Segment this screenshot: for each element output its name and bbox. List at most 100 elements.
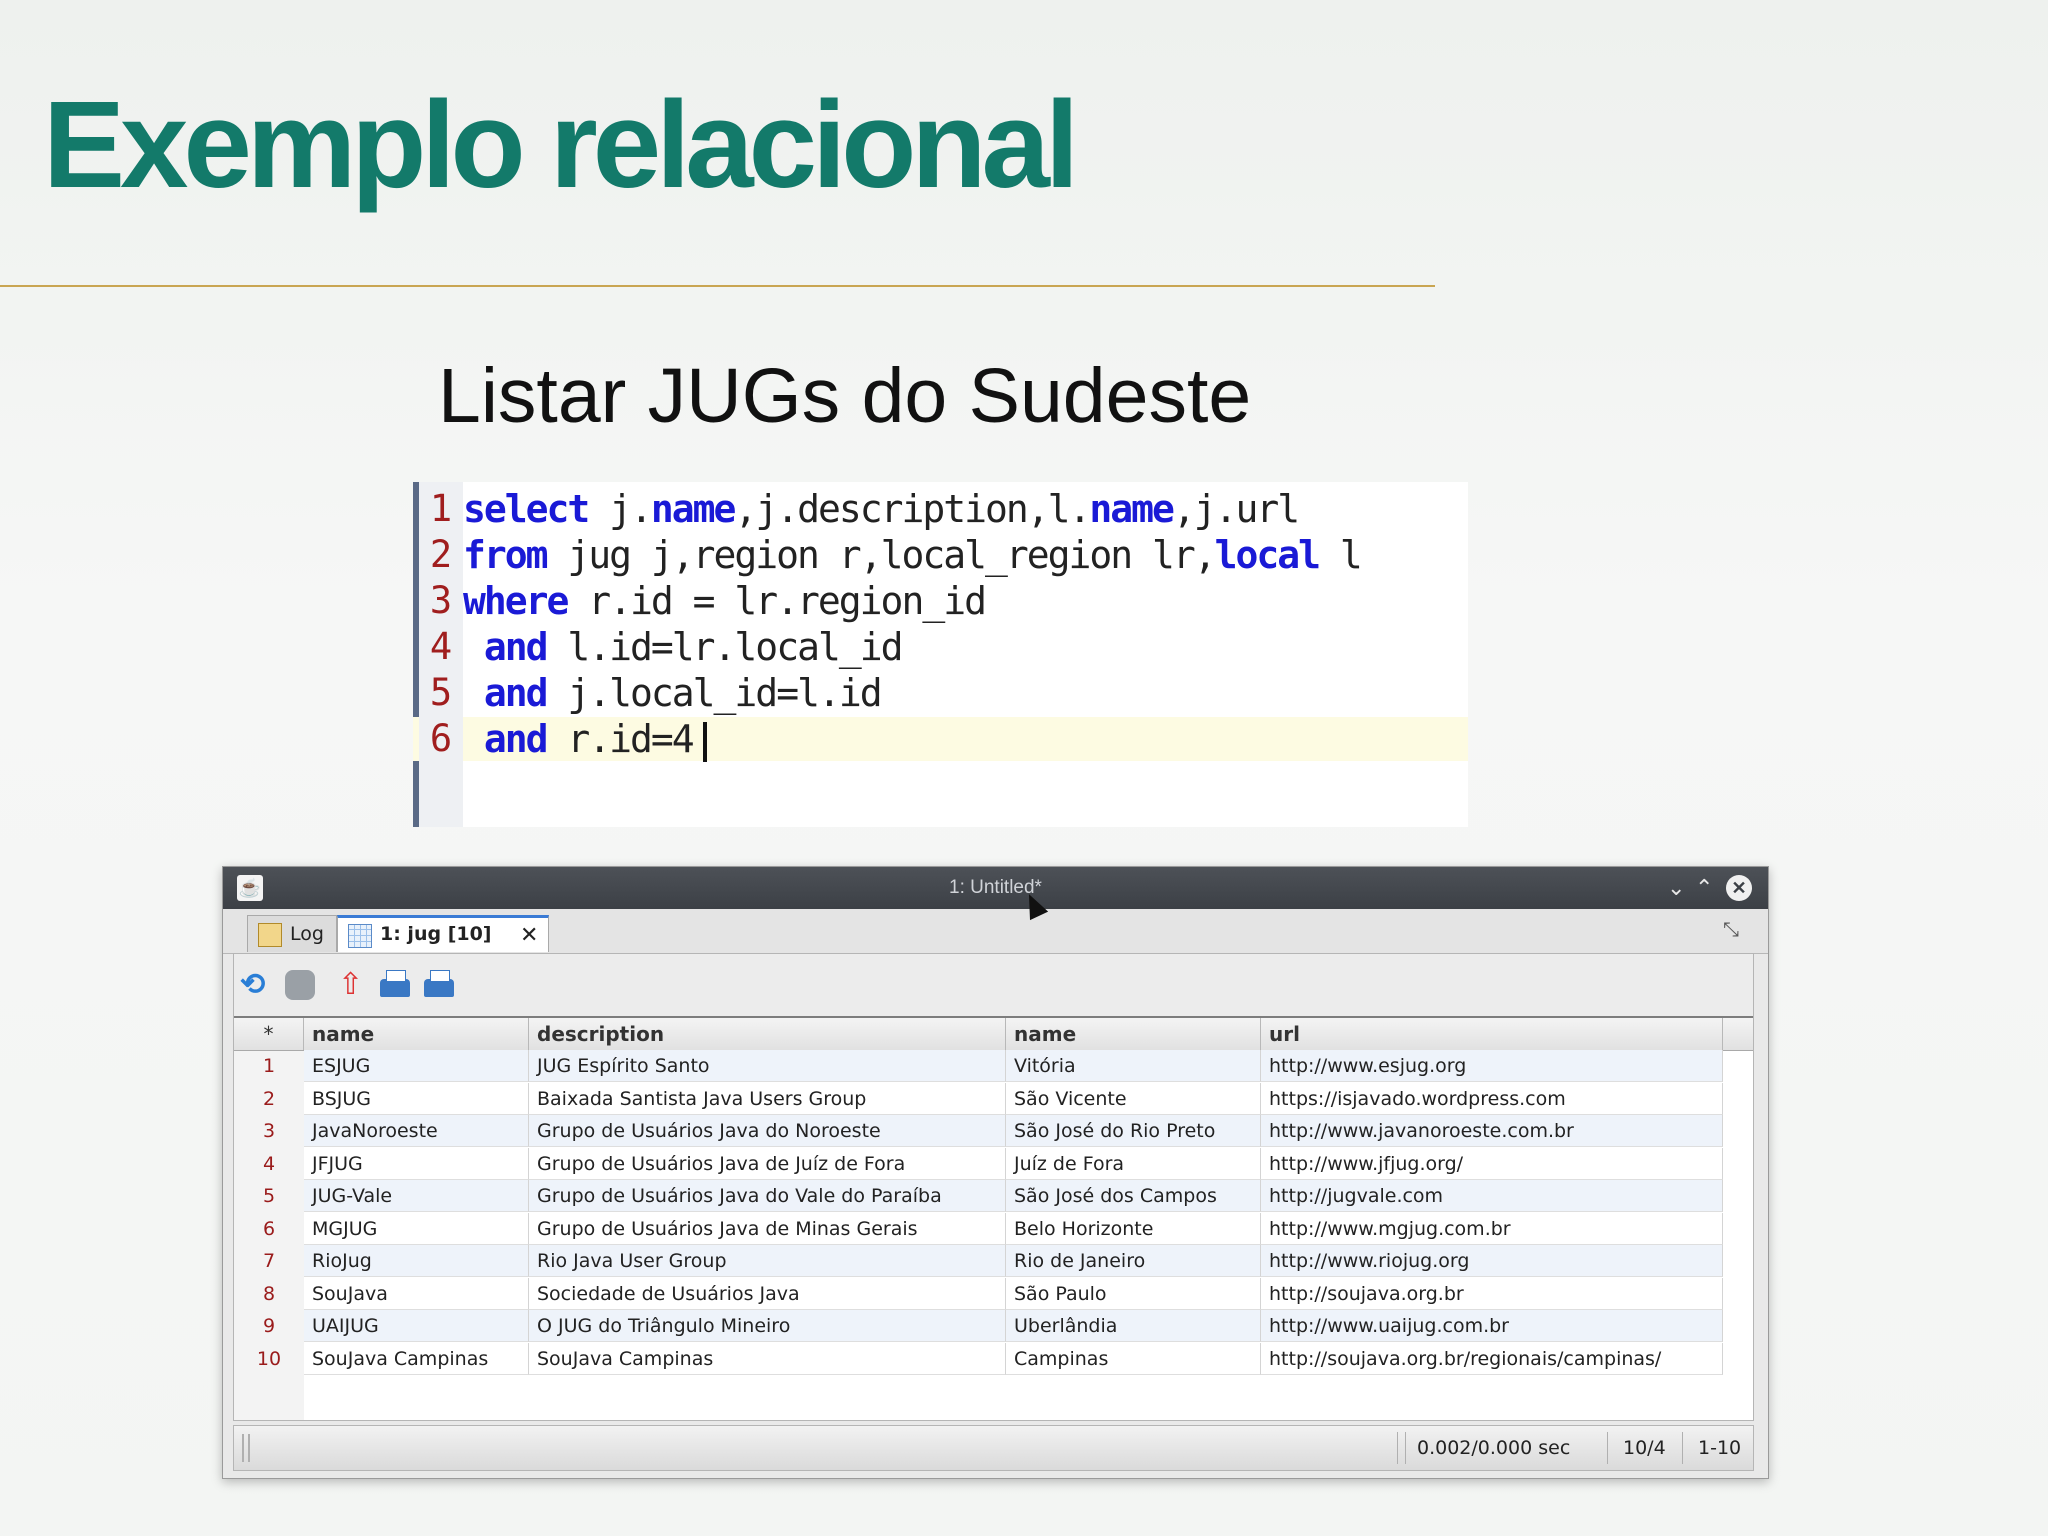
line-number: 1	[419, 487, 463, 531]
table-cell[interactable]: RioJug	[304, 1245, 529, 1277]
line-number: 3	[419, 579, 463, 623]
table-cell[interactable]: São Vicente	[1006, 1082, 1261, 1115]
table-cell[interactable]: SouJava Campinas	[529, 1342, 1006, 1375]
sql-token: r.id=4	[546, 717, 694, 761]
table-cell[interactable]: http://www.mgjug.com.br	[1261, 1212, 1723, 1245]
sql-keyword: and	[483, 625, 549, 669]
print-icon[interactable]	[380, 970, 410, 997]
table-cell[interactable]: Sociedade de Usuários Java	[529, 1277, 1006, 1310]
table-row[interactable]: 1 ESJUG JUG Espírito Santo Vitória http://ww…	[234, 1050, 1753, 1082]
table-cell[interactable]: Uberlândia	[1006, 1310, 1261, 1342]
table-cell[interactable]: JUG Espírito Santo	[529, 1050, 1006, 1082]
table-cell[interactable]: Rio de Janeiro	[1006, 1245, 1261, 1277]
table-cell[interactable]: https://isjavado.wordpress.com	[1261, 1082, 1723, 1115]
table-row[interactable]: 2 BSJUG Baixada Santista Java Users Group S…	[234, 1082, 1753, 1115]
table-cell[interactable]: http://www.javanoroeste.com.br	[1261, 1115, 1723, 1147]
table-row[interactable]: 10 SouJava Campinas SouJava Campinas Campin…	[234, 1342, 1753, 1375]
maximize-icon[interactable]: ⌃	[1695, 874, 1713, 902]
row-number: 7	[262, 1250, 276, 1272]
code-line[interactable]: 1 select j.name,j.description,l.name,j.ur…	[413, 487, 1468, 531]
table-cell[interactable]: http://soujava.org.br/regionais/campinas…	[1261, 1342, 1723, 1375]
status-separator	[1607, 1432, 1608, 1464]
sql-keyword: name	[1089, 487, 1175, 531]
table-cell[interactable]: JavaNoroeste	[304, 1115, 529, 1147]
table-cell[interactable]: http://www.uaijug.com.br	[1261, 1310, 1723, 1342]
table-row[interactable]: 3 JavaNoroeste Grupo de Usuários Java do N…	[234, 1115, 1753, 1147]
table-cell[interactable]: MGJUG	[304, 1212, 529, 1245]
header-description[interactable]: description	[529, 1018, 1006, 1050]
table-cell[interactable]: UAIJUG	[304, 1310, 529, 1342]
sql-editor[interactable]: 1 select j.name,j.description,l.name,j.ur…	[413, 482, 1468, 827]
code-text: and r.id=4	[463, 717, 707, 762]
table-cell[interactable]: http://www.jfjug.org/	[1261, 1147, 1723, 1180]
table-row[interactable]: 6 MGJUG Grupo de Usuários Java de Minas Ge…	[234, 1212, 1753, 1245]
code-text: and j.local_id=l.id	[463, 671, 883, 715]
table-cell[interactable]: http://jugvale.com	[1261, 1180, 1723, 1212]
text-caret	[702, 721, 707, 762]
table-cell[interactable]: Grupo de Usuários Java do Noroeste	[529, 1115, 1006, 1147]
table-cell[interactable]: http://soujava.org.br	[1261, 1277, 1723, 1310]
table-cell[interactable]: Juíz de Fora	[1006, 1147, 1261, 1180]
sql-keyword: name	[650, 487, 737, 531]
table-cell[interactable]: Grupo de Usuários Java de Minas Gerais	[529, 1212, 1006, 1245]
stop-icon[interactable]	[285, 970, 315, 1000]
sql-keyword: local	[1214, 533, 1321, 577]
table-cell[interactable]: O JUG do Triângulo Mineiro	[529, 1310, 1006, 1342]
table-cell[interactable]: Grupo de Usuários Java de Juíz de Fora	[529, 1147, 1006, 1180]
line-number: 4	[419, 625, 463, 669]
table-cell[interactable]: ESJUG	[304, 1050, 529, 1082]
table-cell[interactable]: São José do Rio Preto	[1006, 1115, 1261, 1147]
table-cell[interactable]: SouJava Campinas	[304, 1342, 529, 1375]
code-line[interactable]: 2 from jug j,region r,local_region lr,loc…	[413, 533, 1468, 577]
header-name[interactable]: name	[304, 1018, 529, 1050]
tab-close-icon[interactable]: ✕	[520, 923, 538, 948]
table-row[interactable]: 4 JFJUG Grupo de Usuários Java de Juíz de …	[234, 1147, 1753, 1180]
window-title-bar[interactable]: ☕ 1: Untitled* ⌄ ⌃ ✕	[223, 867, 1768, 909]
sql-keyword: from	[463, 533, 549, 577]
table-row[interactable]: 5 JUG-Vale Grupo de Usuários Java do Vale …	[234, 1180, 1753, 1212]
table-cell[interactable]: São Paulo	[1006, 1277, 1261, 1310]
table-cell[interactable]: BSJUG	[304, 1082, 529, 1115]
code-line[interactable]: 3 where r.id = lr.region_id	[413, 579, 1468, 623]
code-text: from jug j,region r,local_region lr,loca…	[463, 533, 1363, 577]
code-line[interactable]: 6 and r.id=4	[413, 717, 1468, 762]
table-cell[interactable]: JFJUG	[304, 1147, 529, 1180]
table-grid-icon	[348, 924, 372, 948]
minimize-icon[interactable]: ⌄	[1667, 874, 1685, 902]
table-cell[interactable]: Vitória	[1006, 1050, 1261, 1082]
refresh-icon[interactable]: ⟲	[240, 970, 270, 1000]
table-cell[interactable]: JUG-Vale	[304, 1180, 529, 1212]
print-preview-icon[interactable]	[424, 970, 454, 997]
header-corner[interactable]: *	[234, 1018, 304, 1050]
header-local-name[interactable]: name	[1006, 1018, 1261, 1050]
table-cell[interactable]: Grupo de Usuários Java do Vale do Paraíb…	[529, 1180, 1006, 1212]
row-number: 9	[262, 1315, 276, 1337]
result-panel: ⟲ ⇧ * name description name url 1 ESJUG JU…	[233, 953, 1754, 1421]
tab-result-jug[interactable]: 1: jug [10] ✕	[337, 915, 549, 952]
table-cell[interactable]: Belo Horizonte	[1006, 1212, 1261, 1245]
header-url[interactable]: url	[1261, 1018, 1723, 1050]
restore-icon[interactable]: ⤡	[1723, 919, 1739, 942]
table-cell[interactable]: http://www.riojug.org	[1261, 1245, 1723, 1277]
export-icon[interactable]: ⇧	[338, 970, 368, 1000]
window-close-button[interactable]: ✕	[1726, 875, 1752, 901]
code-line[interactable]: 5 and j.local_id=l.id	[413, 671, 1468, 715]
table-row[interactable]: 9 UAIJUG O JUG do Triângulo Mineiro Uberlân…	[234, 1310, 1753, 1342]
sql-token: j.local_id=l.id	[546, 671, 882, 715]
code-line[interactable]: 4 and l.id=lr.local_id	[413, 625, 1468, 669]
sql-keyword: select	[463, 487, 590, 531]
tab-log[interactable]: Log	[247, 915, 337, 952]
table-cell[interactable]: Campinas	[1006, 1342, 1261, 1375]
sql-keyword: and	[483, 671, 549, 715]
table-cell[interactable]: Baixada Santista Java Users Group	[529, 1082, 1006, 1115]
status-rows: 10/4	[1623, 1437, 1666, 1459]
table-cell[interactable]: Rio Java User Group	[529, 1245, 1006, 1277]
table-row[interactable]: 7 RioJug Rio Java User Group Rio de Janeiro…	[234, 1245, 1753, 1277]
table-cell[interactable]: São José dos Campos	[1006, 1180, 1261, 1212]
result-table[interactable]: * name description name url 1 ESJUG JUG Es…	[234, 1016, 1753, 1420]
table-cell[interactable]: SouJava	[304, 1277, 529, 1310]
table-cell[interactable]: http://www.esjug.org	[1261, 1050, 1723, 1082]
row-number: 4	[262, 1152, 276, 1175]
table-row[interactable]: 8 SouJava Sociedade de Usuários Java São Pa…	[234, 1277, 1753, 1310]
